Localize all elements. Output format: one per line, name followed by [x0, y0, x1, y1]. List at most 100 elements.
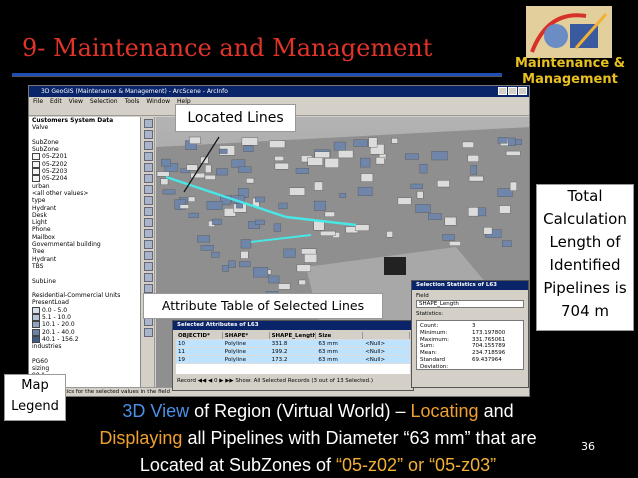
toc-item[interactable]: 05-Z202: [32, 161, 140, 168]
toc-item[interactable]: 40.1 - 156.2: [32, 336, 140, 343]
toc-item[interactable]: [32, 285, 140, 292]
nav-tool-icon[interactable]: [144, 174, 153, 183]
menu-edit[interactable]: Edit: [50, 97, 62, 106]
toc-item[interactable]: Hydrant: [32, 256, 140, 263]
nav-tool-icon[interactable]: [144, 163, 153, 172]
minimize-button[interactable]: [498, 87, 507, 95]
toc-item[interactable]: Hydrant: [32, 205, 140, 212]
nav-tool-icon[interactable]: [144, 284, 153, 293]
nav-tool-icon[interactable]: [144, 152, 153, 161]
building-block: [216, 168, 228, 176]
toc-item[interactable]: [32, 351, 140, 358]
column-header[interactable]: SHAPE*: [222, 332, 270, 339]
menu-file[interactable]: File: [33, 97, 43, 106]
column-header[interactable]: SHAPE_Length: [269, 332, 317, 339]
total-length-callout: Total Calculation Length of Identified P…: [536, 184, 634, 331]
toc-item[interactable]: Desk: [32, 212, 140, 219]
nav-tool-icon[interactable]: [144, 196, 153, 205]
caption-displaying: Displaying: [99, 428, 183, 448]
toc-item[interactable]: Residential-Commercial Units: [32, 292, 140, 299]
building-block: [161, 158, 171, 167]
building-block: [360, 173, 374, 182]
statistics-box: Count: 3 Minimum: 173.197800 Maximum: 331.7…: [416, 320, 524, 370]
building-block: [188, 212, 199, 218]
toc-item[interactable]: PG60: [32, 358, 140, 365]
table-row[interactable]: 11 Polyline 199.2 63 mm <Null>: [176, 348, 410, 356]
close-button[interactable]: [518, 87, 527, 95]
maximize-button[interactable]: [508, 87, 517, 95]
toc-item[interactable]: <all other values>: [32, 190, 140, 197]
toc-item[interactable]: sizing: [32, 365, 140, 372]
toc-item[interactable]: industries: [32, 343, 140, 350]
building-block: [449, 241, 461, 246]
building-block: [240, 250, 249, 259]
nav-tool-icon[interactable]: [144, 240, 153, 249]
toc-item[interactable]: Tree: [32, 248, 140, 255]
building-block: [444, 216, 457, 226]
toc-item[interactable]: Light: [32, 219, 140, 226]
nav-tool-icon[interactable]: [144, 141, 153, 150]
column-header[interactable]: Size: [316, 332, 364, 339]
toc-item[interactable]: 05-Z203: [32, 168, 140, 175]
toc-item[interactable]: 05-Z204: [32, 175, 140, 182]
building-block: [355, 224, 370, 231]
nav-tool-icon[interactable]: [144, 218, 153, 227]
menu-tools[interactable]: Tools: [125, 97, 140, 106]
toc-item[interactable]: Mailbox: [32, 234, 140, 241]
nav-tool-icon[interactable]: [144, 273, 153, 282]
show-selected-button[interactable]: Selected: [262, 378, 286, 384]
table-of-contents[interactable]: Customers System Data Valve SubZone SubZone…: [29, 117, 141, 388]
toc-item[interactable]: SubZone: [32, 146, 140, 153]
toc-item[interactable]: [32, 132, 140, 139]
nav-tool-icon[interactable]: [144, 130, 153, 139]
caption-text: of Region (Virtual World) –: [189, 401, 411, 421]
caption-3d-view: 3D View: [122, 401, 190, 421]
toc-item[interactable]: Governmental building: [32, 241, 140, 248]
building-block: [359, 157, 371, 168]
nav-tool-icon[interactable]: [144, 119, 153, 128]
building-block: [431, 151, 448, 161]
record-last-button[interactable]: ▶▶: [225, 378, 233, 384]
table-row[interactable]: 19 Polyline 173.2 63 mm <Null>: [176, 356, 410, 364]
menu-selection[interactable]: Selection: [90, 97, 118, 106]
field-select[interactable]: SHAPE_Length: [416, 300, 524, 308]
record-next-button[interactable]: ▶: [219, 378, 223, 384]
toc-item[interactable]: 05-Z201: [32, 153, 140, 160]
menu-view[interactable]: View: [69, 97, 83, 106]
record-first-button[interactable]: ◀◀: [198, 378, 206, 384]
toc-item[interactable]: SubZone: [32, 139, 140, 146]
column-header[interactable]: OBJECTID*: [176, 332, 223, 339]
statistics-window: Selection Statistics of L63 Field SHAPE_…: [411, 280, 529, 388]
toc-item[interactable]: 0.0 - 5.0: [32, 307, 140, 314]
show-all-button[interactable]: All: [254, 378, 261, 384]
toc-item[interactable]: 5.1 - 10.0: [32, 314, 140, 321]
toc-item[interactable]: TBS: [32, 263, 140, 270]
toc-item[interactable]: Phone: [32, 226, 140, 233]
nav-tool-icon[interactable]: [144, 251, 153, 260]
toc-item[interactable]: type: [32, 197, 140, 204]
building-block: [313, 221, 325, 231]
central-building: [384, 257, 406, 275]
nav-tool-icon[interactable]: [144, 229, 153, 238]
toc-item[interactable]: 20.1 - 40.0: [32, 329, 140, 336]
maintenance-logo: [526, 6, 612, 58]
toc-item[interactable]: Valve: [32, 124, 140, 131]
nav-tool-icon[interactable]: [144, 262, 153, 271]
toc-item[interactable]: 10.1 - 20.0: [32, 321, 140, 328]
record-prev-button[interactable]: ◀: [208, 378, 212, 384]
building-block: [397, 197, 412, 205]
nav-tool-icon[interactable]: [144, 207, 153, 216]
toc-item[interactable]: urban: [32, 183, 140, 190]
record-number-input[interactable]: 0: [214, 378, 218, 384]
toc-item[interactable]: PresentLoad: [32, 299, 140, 306]
building-block: [405, 153, 419, 160]
nav-tool-icon[interactable]: [144, 328, 153, 337]
toc-item[interactable]: [32, 270, 140, 277]
map-legend-callout: Map Legend: [4, 374, 66, 421]
menu-window[interactable]: Window: [146, 97, 170, 106]
toc-item[interactable]: Customers System Data: [32, 117, 140, 124]
table-cell: 63 mm: [316, 348, 364, 355]
toc-item[interactable]: SubLine: [32, 278, 140, 285]
nav-tool-icon[interactable]: [144, 185, 153, 194]
table-row[interactable]: 10 Polyline 331.8 63 mm <Null>: [176, 340, 410, 348]
